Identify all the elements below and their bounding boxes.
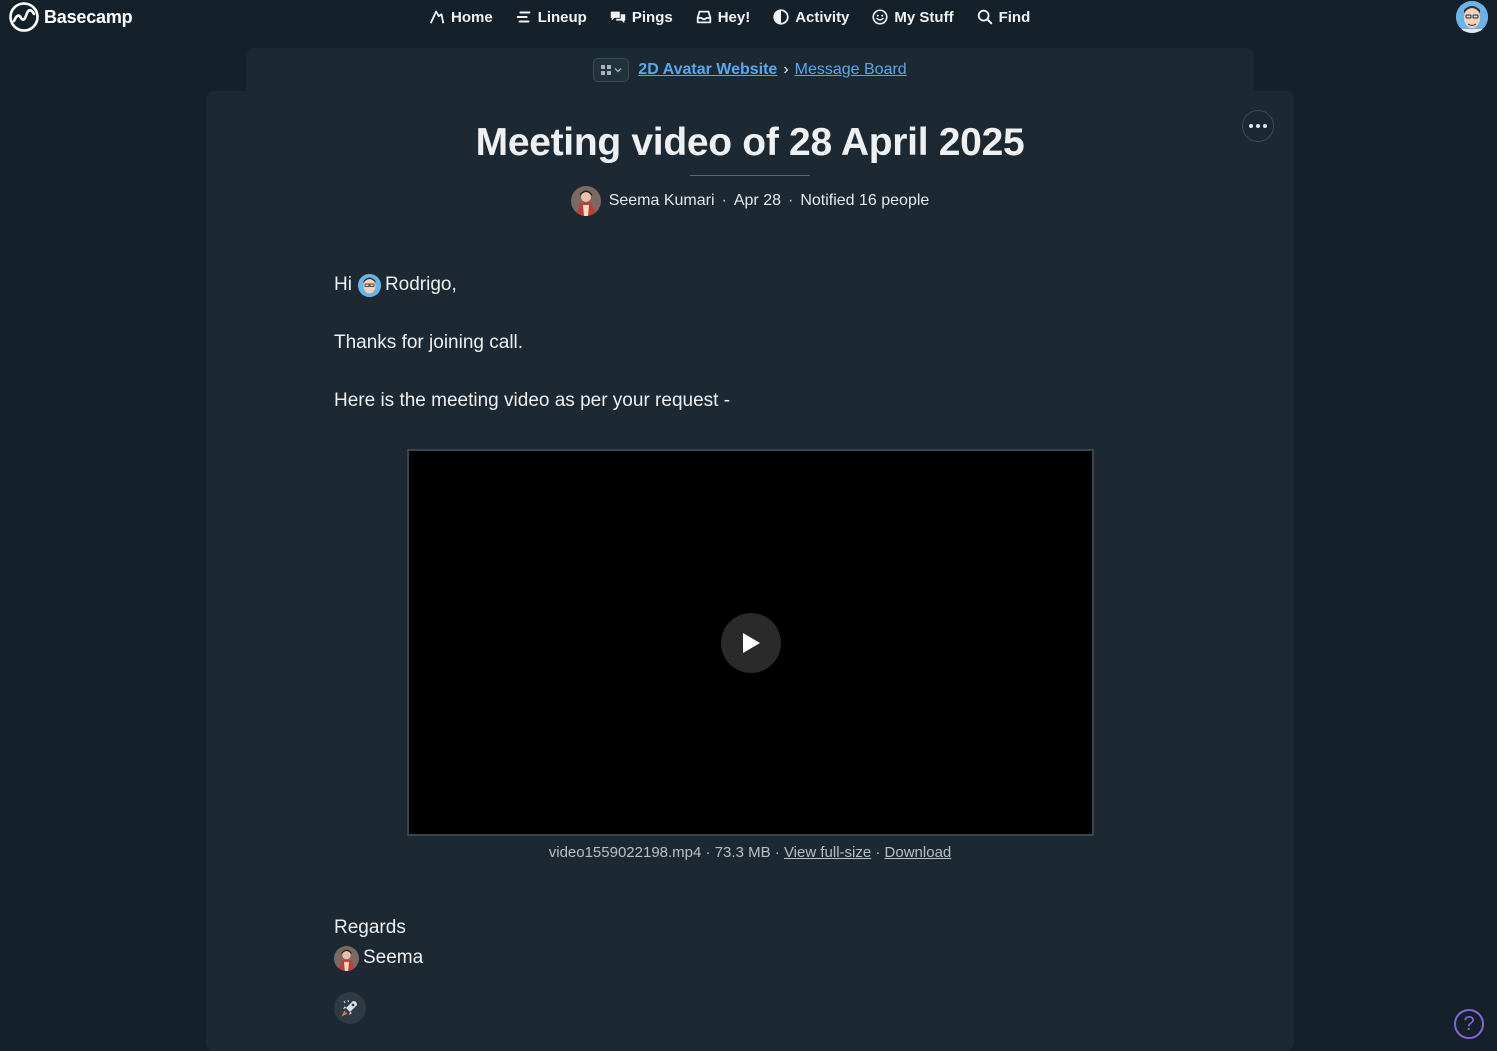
search-icon [977,9,992,25]
signature: Seema [334,944,423,972]
activity-icon [773,9,789,25]
nav-activity[interactable]: Activity [772,8,849,26]
greeting-line: Hi Rodrigo, [334,256,1164,314]
project-switcher-button[interactable] [593,58,630,82]
breadcrumb-message-board-link[interactable]: Message Board [795,61,907,79]
nav-find-label: Find [998,8,1031,26]
title-divider [690,175,810,176]
nav-find[interactable]: Find [976,8,1031,26]
mention-name: Rodrigo, [384,274,457,295]
smiley-icon [872,9,888,25]
home-icon [429,10,445,24]
mention-rodrigo[interactable]: Rodrigo, [357,273,457,297]
message-byline: Seema Kumari · Apr 28 · Notified 16 peop… [206,185,1294,217]
attachment-size: 73.3 MB [714,844,771,861]
attachment-filename: video1559022198.mp4 [548,844,702,861]
rocket-icon [341,999,357,1017]
nav-home[interactable]: Home [428,8,493,26]
author-avatar[interactable] [570,186,601,216]
grid-icon [601,65,612,75]
main-nav: Home Lineup Pings Hey! Activity My Stuff… [428,4,1030,30]
view-full-size-link[interactable]: View full-size [784,844,871,861]
author-name[interactable]: Seema Kumari [609,192,715,210]
message-date[interactable]: Apr 28 [734,192,781,210]
breadcrumb-separator: › [783,61,789,78]
nav-my-stuff-label: My Stuff [894,8,954,26]
mention-avatar [357,273,381,297]
breadcrumb: 2D Avatar Website › Message Board [246,58,1254,82]
nav-lineup-label: Lineup [537,8,587,26]
message-card: Meeting video of 28 April 2025 Seema Kum… [206,91,1294,1051]
lineup-icon [516,11,531,23]
top-navigation: Basecamp Home Lineup Pings Hey! Activity… [0,0,1497,34]
mention-avatar-icon [357,273,381,297]
boost-button[interactable] [334,992,366,1024]
nav-pings-label: Pings [631,8,673,26]
basecamp-logo[interactable]: Basecamp [8,2,133,32]
nav-hey-label: Hey! [717,8,751,26]
nav-lineup[interactable]: Lineup [515,8,587,26]
pings-icon [610,11,626,24]
play-button[interactable] [721,613,781,673]
video-player[interactable] [407,449,1094,836]
author-avatar-icon [570,186,601,216]
body-paragraph: Here is the meeting video as per your re… [334,390,731,411]
body-paragraph: Thanks for joining call. [334,332,524,353]
byline-separator: · [721,192,727,209]
basecamp-logo-icon [9,2,39,32]
signature-name: Seema [363,947,424,968]
signature-avatar-icon [334,945,359,971]
download-link[interactable]: Download [885,844,952,861]
nav-hey[interactable]: Hey! [695,8,751,26]
nav-activity-label: Activity [795,8,850,26]
play-icon [743,633,760,653]
app-name: Basecamp [44,6,133,27]
byline-separator: · [787,192,794,209]
regards-text: Regards [334,917,406,938]
attachment-caption: video1559022198.mp4 · 73.3 MB · View ful… [206,844,1294,861]
chevron-down-icon [614,68,622,73]
breadcrumb-project-link[interactable]: 2D Avatar Website [638,61,777,79]
nav-pings[interactable]: Pings [609,8,673,26]
user-avatar-icon [1456,1,1488,33]
caption-separator: · [774,844,780,861]
nav-home-label: Home [451,8,493,26]
help-button[interactable]: ? [1454,1009,1484,1039]
message-body: Hi Rodrigo, Thanks for joining call. Her… [334,256,1164,430]
caption-separator: · [705,844,711,861]
nav-my-stuff[interactable]: My Stuff [871,8,954,26]
hey-inbox-icon [696,10,711,24]
greeting-text: Hi [334,274,352,295]
message-title: Meeting video of 28 April 2025 [475,121,1025,164]
caption-separator: · [875,844,881,861]
notified-count[interactable]: Notified 16 people [800,192,929,210]
user-avatar[interactable] [1456,1,1488,33]
signature-avatar[interactable] [334,945,359,971]
